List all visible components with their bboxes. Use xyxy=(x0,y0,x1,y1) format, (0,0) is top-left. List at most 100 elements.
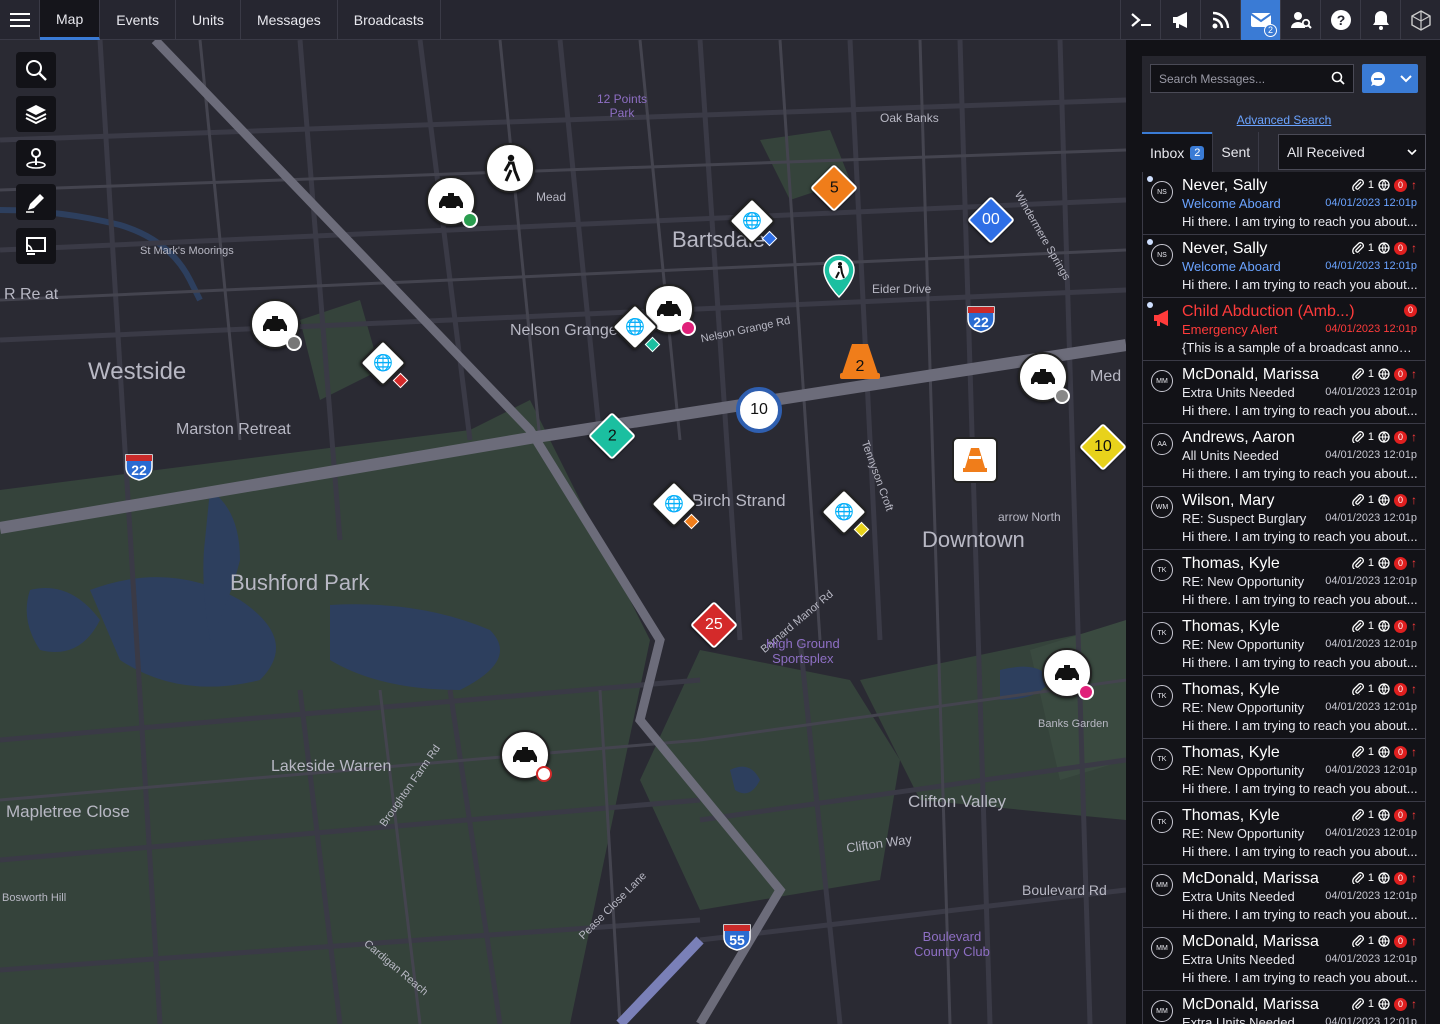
cluster-marker-yellow[interactable]: 10 xyxy=(1078,422,1126,472)
cluster-marker-circle[interactable]: 10 xyxy=(736,387,782,433)
message-row[interactable]: MMMcDonald, MarissaExtra Units NeededHi … xyxy=(1142,991,1426,1024)
priority-zero-badge: 0 xyxy=(1394,367,1407,381)
message-date: 04/01/2023 12:01p xyxy=(1325,197,1417,209)
map-search-icon[interactable] xyxy=(16,52,56,88)
message-row[interactable]: AA Andrews, Aaron All Units Needed Hi there… xyxy=(1142,424,1426,487)
globe-pin-icon: 🌐 xyxy=(834,503,854,521)
message-icons: 1 0 ↑ xyxy=(1351,493,1417,507)
event-marker-globe[interactable]: 🌐 xyxy=(727,196,778,247)
message-subject: Extra Units Needed xyxy=(1182,1015,1295,1024)
message-icons: 0 xyxy=(1404,304,1417,317)
message-date: 04/01/2023 12:01p xyxy=(1325,512,1417,524)
map-view[interactable]: 12 Points Park Oak Banks Mead Bartsdale … xyxy=(0,40,1126,1024)
message-date: 04/01/2023 12:01p xyxy=(1325,701,1417,713)
unit-marker-car[interactable] xyxy=(500,730,552,782)
tab-inbox[interactable]: Inbox 2 xyxy=(1142,132,1213,172)
tab-sent[interactable]: Sent xyxy=(1212,132,1260,172)
unit-marker-pedestrian[interactable] xyxy=(485,143,535,193)
message-icons: 1 0 ↑ xyxy=(1351,241,1417,255)
status-arrow-icon xyxy=(1078,684,1094,700)
map-label-med: Med xyxy=(1090,368,1122,385)
attachment-count: 1 xyxy=(1367,998,1374,1010)
rss-feed-icon[interactable] xyxy=(1200,0,1240,40)
app-logo-icon[interactable] xyxy=(1400,0,1440,40)
message-preview: Hi there. I am trying to reach you about… xyxy=(1182,466,1418,481)
message-row[interactable]: MMMcDonald, MarissaExtra Units NeededHi … xyxy=(1142,361,1426,424)
unit-marker-car[interactable] xyxy=(426,176,478,228)
map-label-fragment: R Re at xyxy=(4,286,59,303)
user-search-icon[interactable] xyxy=(1280,0,1320,40)
message-sender: Thomas, Kyle xyxy=(1182,744,1280,761)
message-row[interactable]: TK Thomas, Kyle RE: New Opportunity Hi ther… xyxy=(1142,550,1426,613)
screen-share-icon[interactable] xyxy=(16,228,56,264)
paperclip-icon xyxy=(1351,494,1364,506)
paperclip-icon xyxy=(1351,431,1364,443)
message-preview: Hi there. I am trying to reach you about… xyxy=(1182,214,1418,229)
pedestrian-pin-icon[interactable] xyxy=(822,253,856,304)
cluster-marker-blue[interactable]: 00 xyxy=(966,195,1016,245)
compose-message-button[interactable] xyxy=(1362,64,1418,93)
megaphone-icon[interactable] xyxy=(1160,0,1200,40)
globe-icon xyxy=(1378,935,1390,947)
notification-bell-icon[interactable] xyxy=(1360,0,1400,40)
cone-count: 2 xyxy=(855,358,865,375)
search-messages-input[interactable]: Search Messages... xyxy=(1150,64,1354,93)
message-tabs: Inbox 2 Sent All Received xyxy=(1142,132,1426,172)
map-label-mapletree: Mapletree Close xyxy=(6,802,130,821)
unit-marker-car[interactable] xyxy=(1018,352,1070,404)
map-label-boulevard-cc: Boulevard Country Club xyxy=(914,929,990,959)
message-row[interactable]: NS Never, Sally Welcome Aboard Hi there. I … xyxy=(1142,235,1426,298)
tab-units[interactable]: Units xyxy=(176,0,241,40)
traffic-cone-icon[interactable] xyxy=(952,437,998,483)
status-thumbs-up-icon xyxy=(1054,388,1070,404)
tab-messages[interactable]: Messages xyxy=(241,0,338,40)
message-sender: Never, Sally xyxy=(1182,177,1268,194)
message-row[interactable]: NS Never, Sally Welcome Aboard Hi there. I … xyxy=(1142,172,1426,235)
cluster-marker-red[interactable]: 25 xyxy=(689,600,739,650)
messages-envelope-icon[interactable]: 2 xyxy=(1240,0,1280,40)
message-sender: Thomas, Kyle xyxy=(1182,681,1280,698)
avatar: NS xyxy=(1151,244,1173,266)
message-icons: 1 0 ↑ xyxy=(1351,871,1417,885)
attachment-count: 1 xyxy=(1367,242,1374,254)
unit-marker-car[interactable] xyxy=(250,299,302,351)
location-pin-icon[interactable] xyxy=(16,140,56,176)
tab-map[interactable]: Map xyxy=(40,0,101,40)
message-row[interactable]: MMMcDonald, MarissaExtra Units NeededHi … xyxy=(1142,865,1426,928)
hamburger-menu-icon[interactable] xyxy=(0,0,40,40)
traffic-cone-cluster[interactable]: 2 xyxy=(838,340,882,382)
tab-events[interactable]: Events xyxy=(100,0,177,40)
message-row[interactable]: MMMcDonald, MarissaExtra Units NeededHi … xyxy=(1142,928,1426,991)
layers-icon[interactable] xyxy=(16,96,56,132)
chevron-down-icon[interactable] xyxy=(1399,74,1412,83)
terminal-icon[interactable] xyxy=(1120,0,1160,40)
draw-tool-icon[interactable] xyxy=(16,184,56,220)
cluster-marker-orange[interactable]: 5 xyxy=(809,163,859,213)
message-row[interactable]: TK Thomas, Kyle RE: New Opportunity Hi ther… xyxy=(1142,676,1426,739)
cluster-marker-teal[interactable]: 2 xyxy=(587,411,637,461)
high-priority-arrow-icon: ↑ xyxy=(1411,241,1417,255)
advanced-search-link[interactable]: Advanced Search xyxy=(1142,113,1426,127)
message-row[interactable]: TK Thomas, Kyle RE: New Opportunity Hi ther… xyxy=(1142,613,1426,676)
search-icon[interactable] xyxy=(1331,71,1345,88)
unit-marker-car[interactable] xyxy=(1042,648,1094,700)
avatar: TK xyxy=(1151,748,1173,770)
tab-broadcasts[interactable]: Broadcasts xyxy=(338,0,441,40)
message-icons: 1 0 ↑ xyxy=(1351,997,1417,1011)
help-icon[interactable]: ? xyxy=(1320,0,1360,40)
message-date: 04/01/2023 12:01p xyxy=(1325,260,1417,272)
avatar: TK xyxy=(1151,622,1173,644)
message-row[interactable]: Child Abduction (Amb...) Emergency Alert {… xyxy=(1142,298,1426,361)
message-row[interactable]: TK Thomas, Kyle RE: New Opportunity Hi ther… xyxy=(1142,739,1426,802)
received-filter-select[interactable]: All Received xyxy=(1278,134,1426,170)
event-marker-globe[interactable]: 🌐 xyxy=(610,302,661,353)
high-priority-arrow-icon: ↑ xyxy=(1411,808,1417,822)
event-marker-globe[interactable]: 🌐 xyxy=(649,479,700,530)
message-subject: Extra Units Needed xyxy=(1182,385,1295,400)
paperclip-icon xyxy=(1351,620,1364,632)
event-marker-globe[interactable]: 🌐 xyxy=(819,487,870,538)
unread-dot xyxy=(1147,302,1153,308)
event-marker-globe[interactable]: 🌐 xyxy=(358,338,409,389)
message-row[interactable]: TK Thomas, Kyle RE: New Opportunity Hi ther… xyxy=(1142,802,1426,865)
message-row[interactable]: WM Wilson, Mary RE: Suspect Burglary Hi the… xyxy=(1142,487,1426,550)
